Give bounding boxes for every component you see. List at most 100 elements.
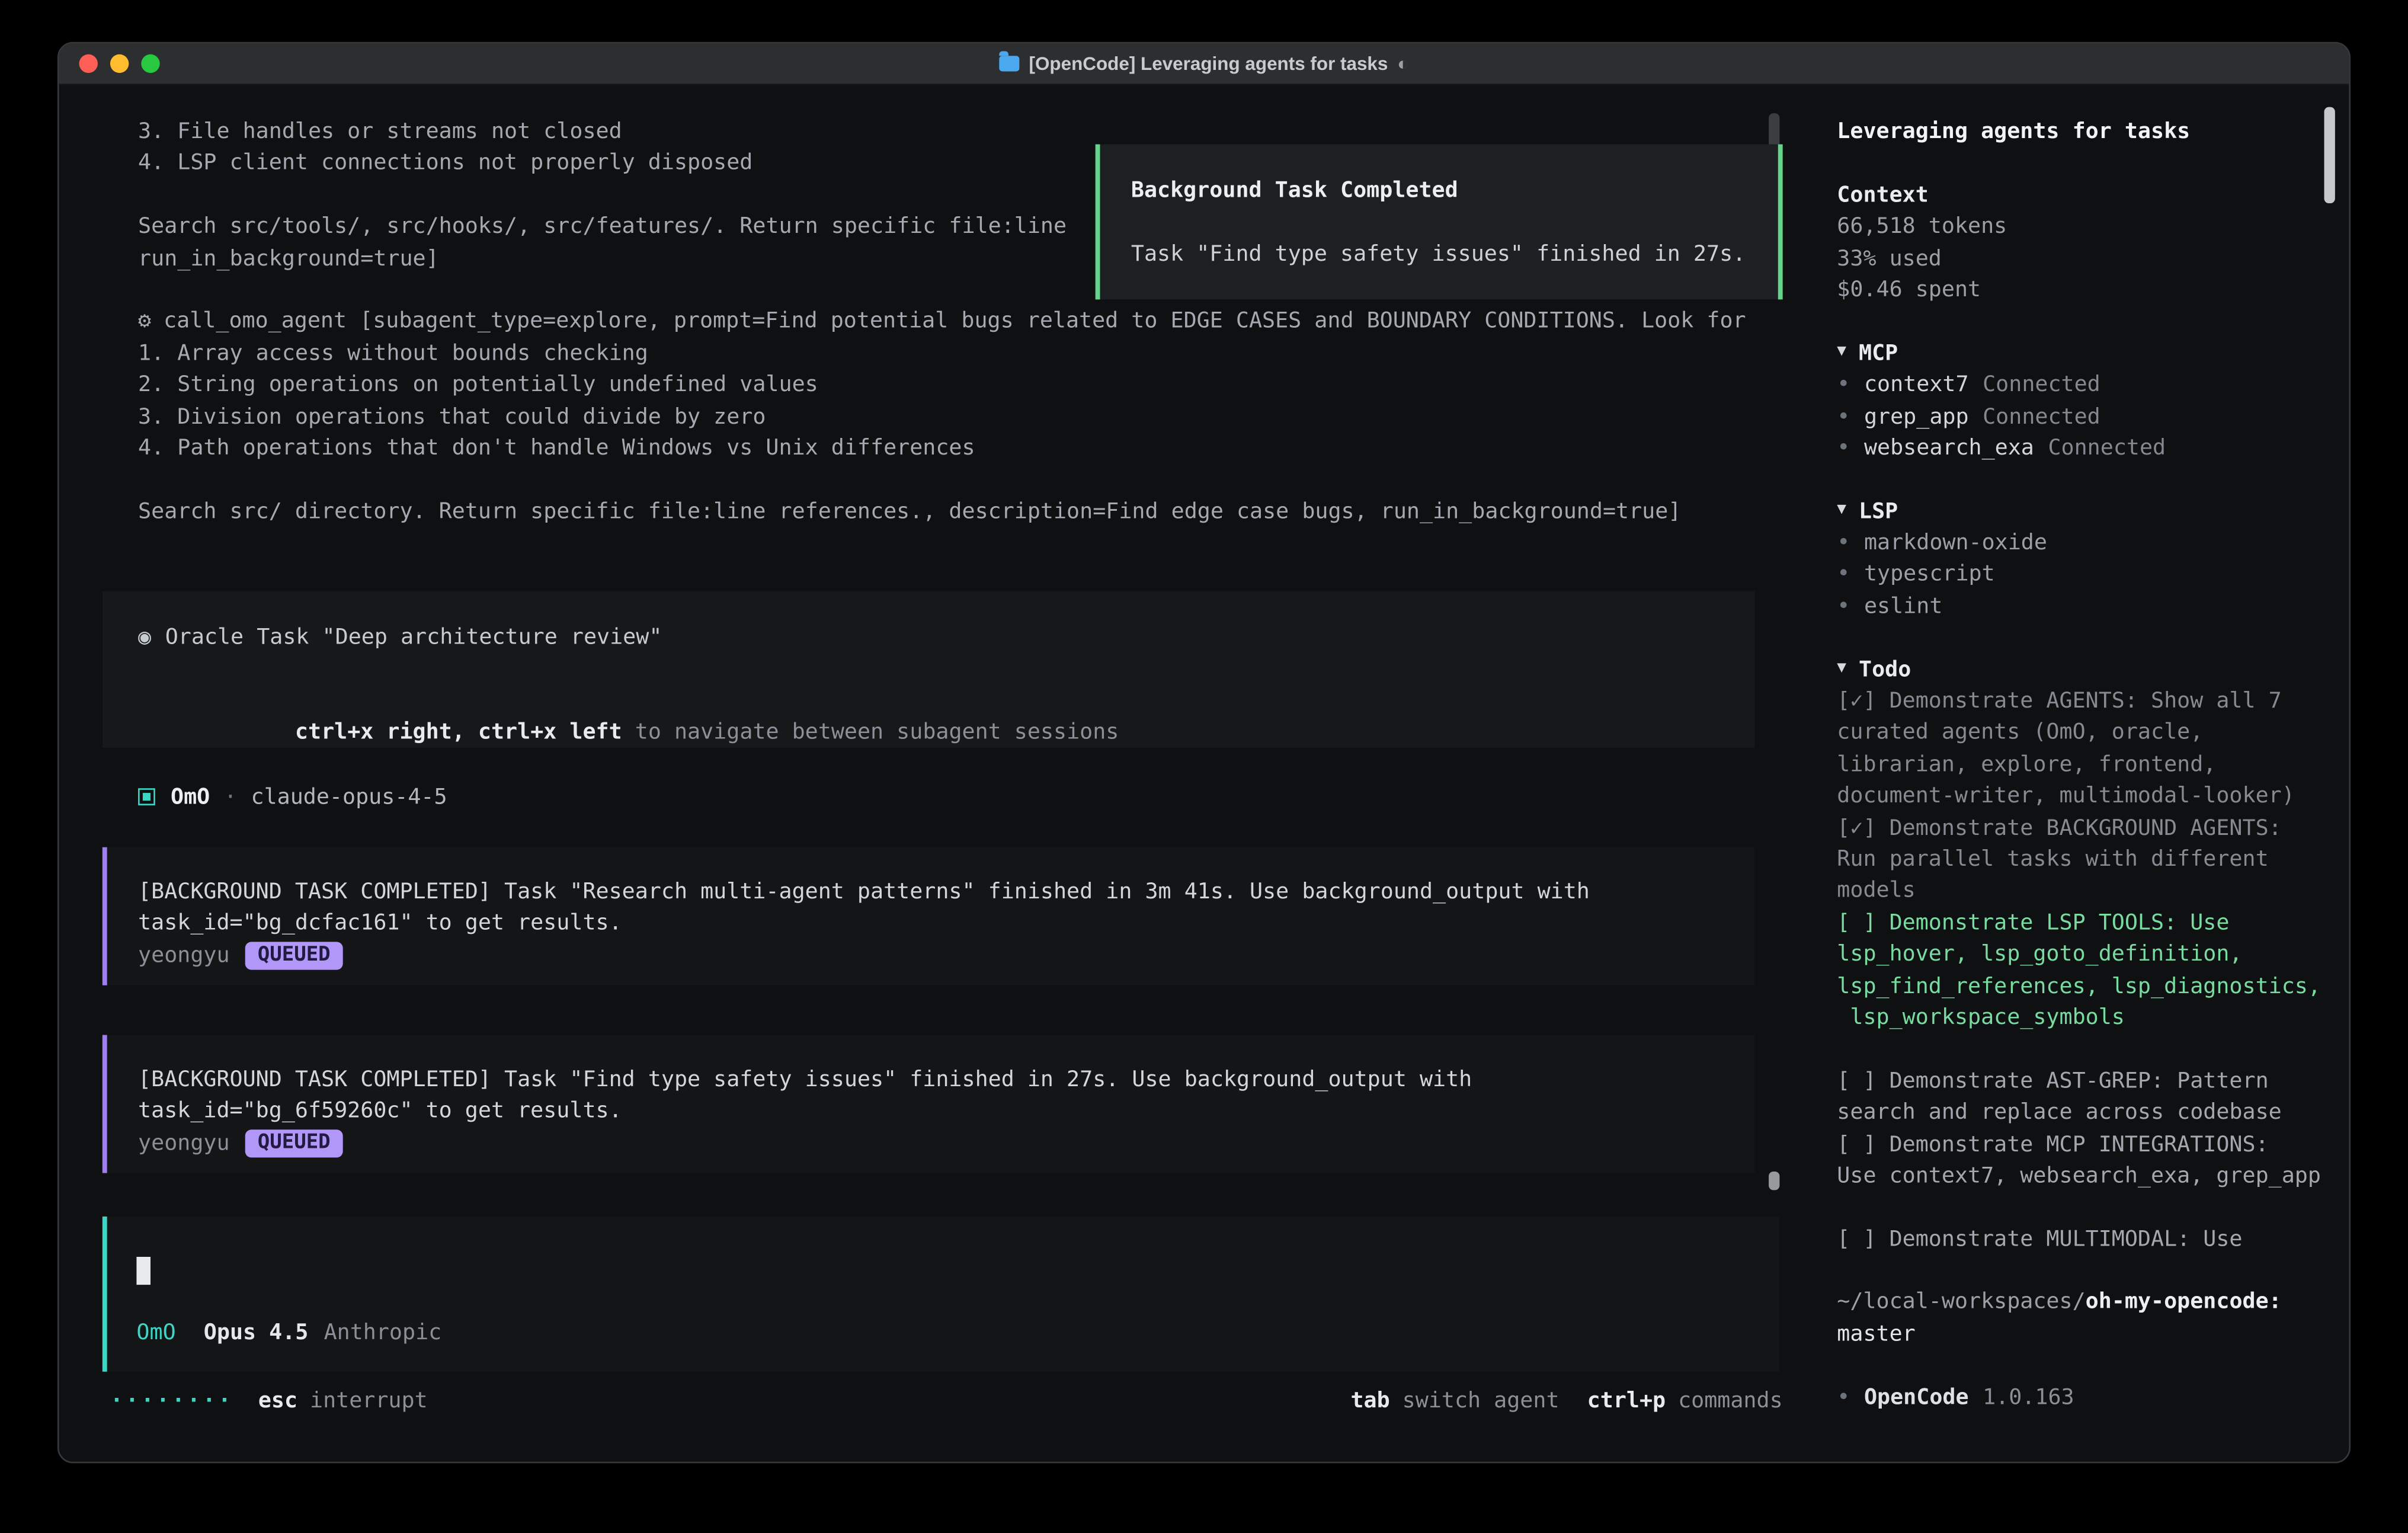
bullet-icon: [1837, 401, 1850, 433]
bullet-icon: [1837, 559, 1850, 591]
todo-item: [ ] Demonstrate MULTIMODAL: Use: [1837, 1224, 2341, 1255]
terminal-window: [OpenCode] Leveraging agents for tasks ◐…: [57, 42, 2351, 1464]
window-content: 3. File handles or streams not closed4. …: [59, 85, 2349, 1462]
lsp-item: typescript: [1837, 559, 2341, 591]
ctrlp-key-hint: ctrl+p: [1587, 1385, 1666, 1417]
agent-header: OmO · claude-opus-4-5: [138, 782, 1779, 813]
tool-call-head: call_omo_agent [subagent_type=explore, p…: [164, 309, 1746, 334]
context-tokens: 66,518 tokens: [1837, 212, 2341, 243]
app-name: OpenCode: [1864, 1382, 1969, 1413]
section-mcp-header[interactable]: MCP: [1837, 338, 2341, 369]
tool-call-lines: 1. Array access without bounds checking2…: [138, 338, 1779, 527]
todo-item: [ ] Demonstrate LSP TOOLS: Uselsp_hover,…: [1837, 907, 2341, 1034]
esc-key-hint: esc: [258, 1385, 297, 1417]
section-lsp-header[interactable]: LSP: [1837, 496, 2341, 527]
chevron-down-icon: [1837, 337, 1846, 368]
message-line: [BACKGROUND TASK COMPLETED] Task "Resear…: [138, 876, 1754, 908]
mcp-item: grep_app Connected: [1837, 401, 2341, 433]
toast-title: Background Task Completed: [1131, 175, 1778, 207]
bullet-icon: [1837, 433, 1850, 464]
todo-item: [✓] Demonstrate BACKGROUND AGENTS:Run pa…: [1837, 812, 2341, 907]
screen: [OpenCode] Leveraging agents for tasks ◐…: [0, 0, 2408, 1533]
ctrlp-key-label: commands: [1678, 1385, 1783, 1417]
main-scrollbar-thumb[interactable]: [1769, 1172, 1779, 1190]
session-title: Leveraging agents for tasks: [1837, 116, 2341, 148]
input-cursor-line: [136, 1254, 1779, 1286]
message-author: yeongyu: [138, 1128, 230, 1159]
window-title: [OpenCode] Leveraging agents for tasks ◐: [59, 53, 2349, 75]
todo-heading: Todo: [1859, 654, 1911, 686]
prompt-input[interactable]: OmO Opus 4.5 Anthropic: [103, 1216, 1780, 1371]
bullet-icon: [1837, 527, 1850, 559]
bullet-icon: [1837, 370, 1850, 401]
toast-body: Task "Find type safety issues" finished …: [1131, 239, 1778, 270]
context-used: 33% used: [1837, 243, 2341, 274]
status-bar: ········ esc interrupt tab switch agent …: [110, 1385, 1783, 1417]
todo-item: [ ] Demonstrate MCP INTEGRATIONS:Use con…: [1837, 1129, 2341, 1192]
status-badge: QUEUED: [245, 1129, 343, 1157]
mcp-item: websearch_exa Connected: [1837, 433, 2341, 464]
background-task-message: [BACKGROUND TASK COMPLETED] Task "Find t…: [103, 1035, 1755, 1173]
message-line: task_id="bg_6f59260c" to get results.: [138, 1096, 1754, 1127]
chevron-down-icon: [1837, 494, 1846, 526]
subagent-nav-hint: ctrl+x right, ctrl+x left to navigate be…: [138, 685, 1754, 716]
half-moon-icon: ◐: [1397, 53, 1408, 75]
lsp-name: markdown-oxide: [1864, 527, 2047, 559]
background-task-toast[interactable]: Background Task Completed Task "Find typ…: [1096, 145, 1783, 300]
message-line: task_id="bg_dcfac161" to get results.: [138, 908, 1754, 939]
oracle-task-title-line: Oracle Task "Deep architecture review": [138, 622, 1754, 654]
message-author: yeongyu: [138, 940, 230, 971]
workspace-branch: master: [1837, 1318, 2341, 1350]
window-title-text: [OpenCode] Leveraging agents for tasks: [1029, 53, 1388, 75]
input-agent-name: OmO: [136, 1318, 175, 1349]
version-line: OpenCode 1.0.163: [1837, 1382, 2341, 1413]
input-model-name: Opus 4.5: [204, 1318, 309, 1349]
mcp-name: grep_app: [1864, 401, 1969, 433]
section-todo-header[interactable]: Todo: [1837, 654, 2341, 686]
input-provider-name: Anthropic: [324, 1318, 442, 1349]
hint-rest: to navigate between subagent sessions: [622, 720, 1119, 745]
hint-keys: ctrl+x right, ctrl+x left: [295, 720, 622, 745]
status-badge: QUEUED: [245, 942, 343, 969]
esc-key-label: interrupt: [310, 1385, 428, 1417]
minimize-window-button[interactable]: [110, 55, 129, 73]
workspace-path-prefix: ~/local-workspaces/: [1837, 1287, 2085, 1318]
oracle-task-title: Oracle Task "Deep architecture review": [165, 622, 662, 654]
todo-item: [ ] Demonstrate AST-GREP: Patternsearch …: [1837, 1065, 2341, 1129]
mcp-name: websearch_exa: [1864, 433, 2034, 464]
message-meta: yeongyu QUEUED: [138, 940, 1754, 971]
lsp-heading: LSP: [1859, 496, 1898, 527]
lsp-name: eslint: [1864, 591, 1942, 622]
record-icon: [138, 622, 151, 654]
context-spent: $0.46 spent: [1837, 274, 2341, 306]
sidebar: Leveraging agents for tasks Context 66,5…: [1812, 85, 2341, 1413]
chevron-down-icon: [1837, 652, 1846, 684]
zoom-window-button[interactable]: [141, 55, 159, 73]
message-meta: yeongyu QUEUED: [138, 1128, 1754, 1159]
close-window-button[interactable]: [79, 55, 98, 73]
bullet-icon: [1837, 1382, 1850, 1413]
workspace-repo: oh-my-opencode:: [2086, 1287, 2282, 1318]
message-line: [BACKGROUND TASK COMPLETED] Task "Find t…: [138, 1064, 1754, 1096]
oracle-task-panel[interactable]: Oracle Task "Deep architecture review" c…: [103, 591, 1755, 748]
lsp-item: eslint: [1837, 591, 2341, 622]
workspace-path: ~/local-workspaces/oh-my-opencode:: [1837, 1287, 2341, 1318]
agent-square-icon: [138, 789, 155, 806]
tab-key-hint: tab: [1350, 1385, 1389, 1417]
background-task-message: [BACKGROUND TASK COMPLETED] Task "Resear…: [103, 847, 1755, 985]
folder-icon: [1000, 56, 1020, 71]
mcp-item: context7 Connected: [1837, 370, 2341, 401]
mcp-status: Connected: [1983, 370, 2100, 401]
mcp-heading: MCP: [1859, 338, 1898, 369]
agent-name: OmO: [171, 782, 210, 813]
lsp-item: markdown-oxide: [1837, 527, 2341, 559]
agent-model: claude-opus-4-5: [251, 782, 447, 813]
mcp-status: Connected: [2048, 433, 2166, 464]
tool-call-line: call_omo_agent [subagent_type=explore, p…: [138, 306, 1779, 338]
mcp-status: Connected: [1983, 401, 2100, 433]
sidebar-scrollbar-thumb[interactable]: [2324, 107, 2335, 203]
titlebar: [OpenCode] Leveraging agents for tasks ◐: [59, 43, 2349, 85]
mcp-name: context7: [1864, 370, 1969, 401]
separator-dot: ·: [224, 782, 237, 813]
tab-key-label: switch agent: [1402, 1385, 1560, 1417]
